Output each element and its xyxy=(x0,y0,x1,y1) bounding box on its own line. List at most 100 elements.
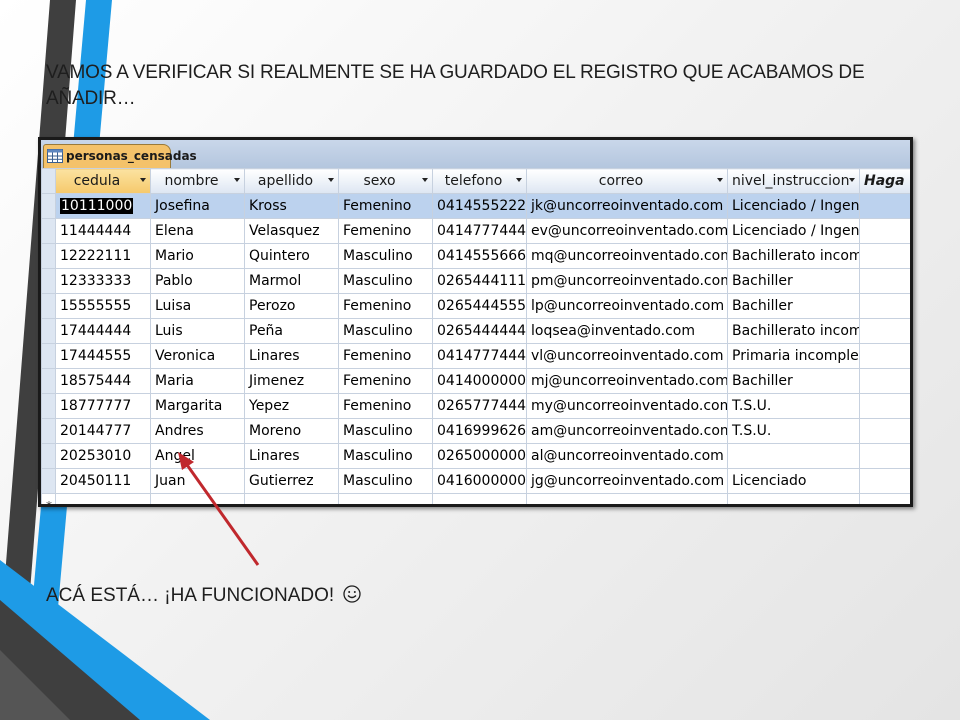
dropdown-arrow-icon[interactable] xyxy=(516,178,522,182)
cell-correo[interactable]: jk@uncorreoinventado.com xyxy=(526,193,728,219)
row-selector[interactable] xyxy=(41,368,56,394)
cell-correo[interactable]: al@uncorreoinventado.com xyxy=(526,443,728,469)
cell-correo[interactable]: vl@uncorreoinventado.com xyxy=(526,343,728,369)
new-record-selector[interactable]: * xyxy=(41,493,56,504)
cell-apellido[interactable]: Kross xyxy=(244,193,339,219)
table-row[interactable]: 12222111 Mario Quintero Masculino 0414555666… xyxy=(41,243,910,269)
new-record-cell[interactable] xyxy=(432,493,527,504)
cell-cedula[interactable]: 17444555 xyxy=(55,343,151,369)
cell-apellido[interactable]: Quintero xyxy=(244,243,339,269)
cell-nombre[interactable]: Pablo xyxy=(150,268,245,294)
new-record-cell[interactable] xyxy=(150,493,245,504)
cell-cedula[interactable]: 20144777 xyxy=(55,418,151,444)
cell-add-field[interactable] xyxy=(859,393,910,419)
row-selector[interactable] xyxy=(41,343,56,369)
cell-telefono[interactable]: 04160000000 xyxy=(432,468,527,494)
table-row[interactable]: 20450111 Juan Gutierrez Masculino 0416000000… xyxy=(41,468,910,494)
cell-correo[interactable]: loqsea@inventado.com xyxy=(526,318,728,344)
cell-telefono[interactable]: 02654444444 xyxy=(432,318,527,344)
row-selector[interactable] xyxy=(41,268,56,294)
cell-telefono[interactable]: 02654441112 xyxy=(432,268,527,294)
table-row[interactable]: 17444555 Veronica Linares Femenino 041477744… xyxy=(41,343,910,369)
cell-nivel[interactable]: Bachiller xyxy=(727,293,860,319)
new-record-cell[interactable] xyxy=(859,493,910,504)
cell-telefono[interactable]: 04145556663 xyxy=(432,243,527,269)
table-row[interactable]: 18777777 Margarita Yepez Femenino 0265777444… xyxy=(41,393,910,419)
cell-sexo[interactable]: Femenino xyxy=(338,343,433,369)
cell-telefono[interactable]: 02657774447 xyxy=(432,393,527,419)
column-header-apellido[interactable]: apellido xyxy=(244,168,339,194)
cell-nivel[interactable] xyxy=(727,443,860,469)
table-row[interactable]: 15555555 Luisa Perozo Femenino 02654445554 lp… xyxy=(41,293,910,319)
cell-add-field[interactable] xyxy=(859,418,910,444)
dropdown-arrow-icon[interactable] xyxy=(422,178,428,182)
row-selector[interactable] xyxy=(41,468,56,494)
table-row[interactable]: 17444444 Luis Peña Masculino 02654444444 loqs… xyxy=(41,318,910,344)
cell-apellido[interactable]: Linares xyxy=(244,443,339,469)
table-row[interactable]: 11444444 Elena Velasquez Femenino 0414777444… xyxy=(41,218,910,244)
cell-nombre[interactable]: Juan xyxy=(150,468,245,494)
cell-nombre[interactable]: Veronica xyxy=(150,343,245,369)
cell-sexo[interactable]: Masculino xyxy=(338,243,433,269)
cell-cedula[interactable]: 18575444 xyxy=(55,368,151,394)
cell-nivel[interactable]: T.S.U. xyxy=(727,393,860,419)
cell-add-field[interactable] xyxy=(859,468,910,494)
row-selector[interactable] xyxy=(41,393,56,419)
cell-telefono[interactable]: 04169996269 xyxy=(432,418,527,444)
table-row[interactable]: 12333333 Pablo Marmol Masculino 02654441112 p… xyxy=(41,268,910,294)
tab-personas-censadas[interactable]: personas_censadas xyxy=(43,144,197,168)
cell-apellido[interactable]: Gutierrez xyxy=(244,468,339,494)
column-header-cedula[interactable]: cedula xyxy=(55,168,151,194)
select-all-corner[interactable] xyxy=(41,168,56,194)
cell-add-field[interactable] xyxy=(859,218,910,244)
column-header-telefono[interactable]: telefono xyxy=(432,168,527,194)
cell-nivel[interactable]: Licenciado xyxy=(727,468,860,494)
row-selector[interactable] xyxy=(41,443,56,469)
cell-correo[interactable]: my@uncorreoinventado.com xyxy=(526,393,728,419)
cell-sexo[interactable]: Femenino xyxy=(338,218,433,244)
cell-nivel[interactable]: Bachillerato incompl xyxy=(727,243,860,269)
cell-correo[interactable]: mq@uncorreoinventado.com xyxy=(526,243,728,269)
cell-sexo[interactable]: Masculino xyxy=(338,443,433,469)
cell-apellido[interactable]: Perozo xyxy=(244,293,339,319)
column-header-add-field[interactable]: Haga cli xyxy=(859,168,910,194)
cell-cedula[interactable]: 15555555 xyxy=(55,293,151,319)
cell-cedula[interactable]: 18777777 xyxy=(55,393,151,419)
cell-add-field[interactable] xyxy=(859,293,910,319)
new-record-cell[interactable] xyxy=(338,493,433,504)
cell-apellido[interactable]: Marmol xyxy=(244,268,339,294)
cell-nombre[interactable]: Mario xyxy=(150,243,245,269)
cell-apellido[interactable]: Peña xyxy=(244,318,339,344)
dropdown-arrow-icon[interactable] xyxy=(328,178,334,182)
row-selector[interactable] xyxy=(41,418,56,444)
new-record-cell[interactable] xyxy=(244,493,339,504)
cell-cedula[interactable]: 12333333 xyxy=(55,268,151,294)
row-selector[interactable] xyxy=(41,318,56,344)
new-record-cell[interactable] xyxy=(526,493,728,504)
cell-cedula[interactable]: 10111000 xyxy=(55,193,151,219)
row-selector[interactable] xyxy=(41,293,56,319)
column-header-sexo[interactable]: sexo xyxy=(338,168,433,194)
cell-nivel[interactable]: Bachillerato incompl xyxy=(727,318,860,344)
cell-nivel[interactable]: T.S.U. xyxy=(727,418,860,444)
cell-add-field[interactable] xyxy=(859,268,910,294)
new-record-row[interactable]: * xyxy=(41,493,910,504)
cell-cedula[interactable]: 12222111 xyxy=(55,243,151,269)
cell-cedula[interactable]: 20450111 xyxy=(55,468,151,494)
cell-apellido[interactable]: Yepez xyxy=(244,393,339,419)
cell-telefono[interactable]: 04145552221 xyxy=(432,193,527,219)
dropdown-arrow-icon[interactable] xyxy=(717,178,723,182)
cell-nombre[interactable]: Andres xyxy=(150,418,245,444)
cell-correo[interactable]: mj@uncorreoinventado.com xyxy=(526,368,728,394)
cell-nivel[interactable]: Primaria incompleta xyxy=(727,343,860,369)
row-selector[interactable] xyxy=(41,218,56,244)
cell-nivel[interactable]: Bachiller xyxy=(727,268,860,294)
cell-sexo[interactable]: Femenino xyxy=(338,368,433,394)
new-record-cell[interactable] xyxy=(55,493,151,504)
dropdown-arrow-icon[interactable] xyxy=(140,178,146,182)
table-row[interactable]: 20253010 Angel Linares Masculino 02650000000… xyxy=(41,443,910,469)
cell-nombre[interactable]: Luisa xyxy=(150,293,245,319)
cell-cedula[interactable]: 11444444 xyxy=(55,218,151,244)
cell-apellido[interactable]: Moreno xyxy=(244,418,339,444)
cell-cedula[interactable]: 17444444 xyxy=(55,318,151,344)
